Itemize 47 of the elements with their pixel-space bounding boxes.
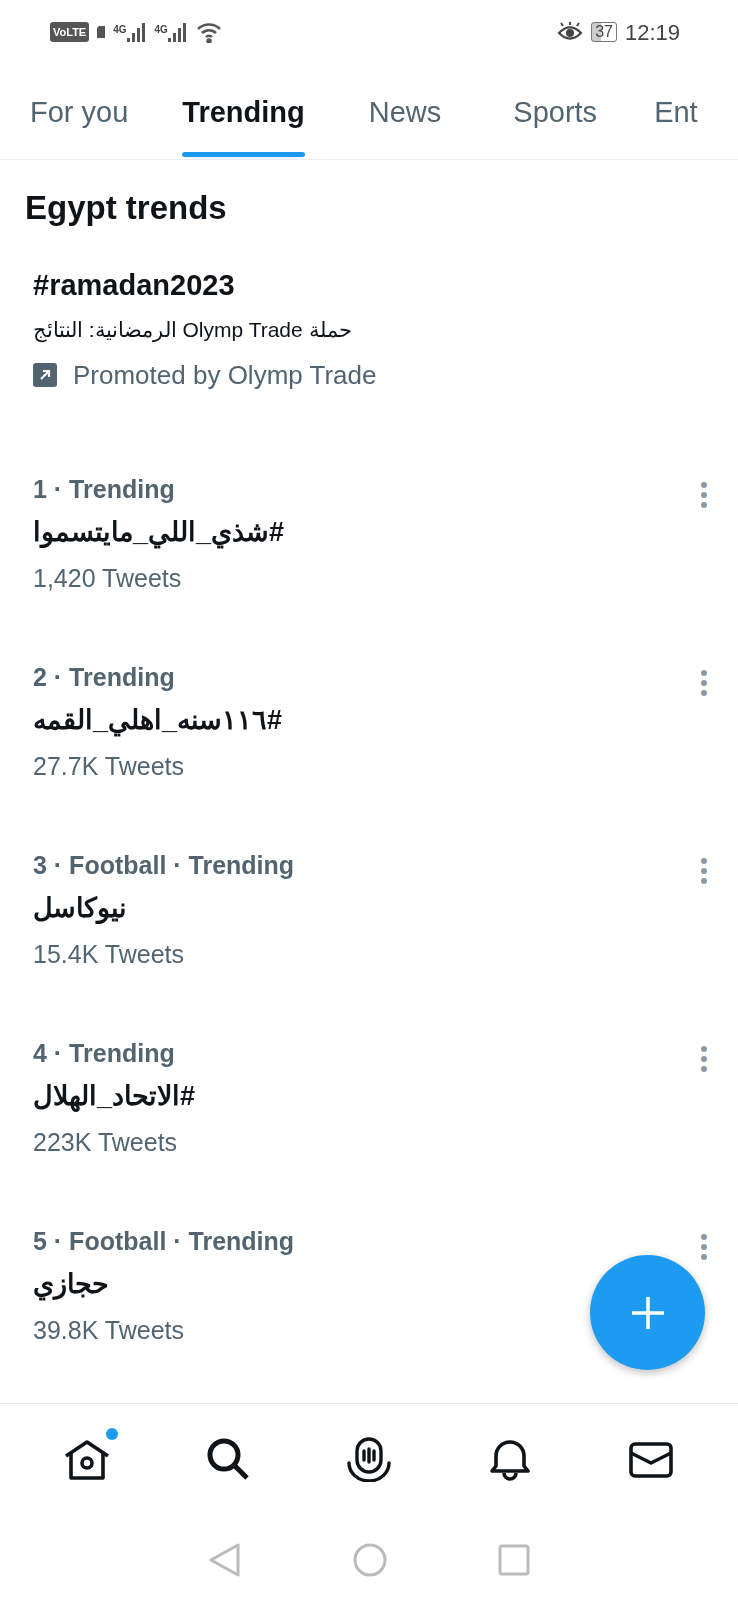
recents-icon[interactable] <box>498 1544 530 1576</box>
trend-category: 2 · Trending <box>33 661 176 693</box>
more-icon[interactable] <box>700 668 708 697</box>
plus-icon <box>629 1294 666 1331</box>
trend-description: حملة Olymp Trade الرمضانية: النتائج <box>33 317 352 345</box>
tab[interactable]: Trending <box>182 64 305 159</box>
trend-category: 4 · Trending <box>33 1037 176 1069</box>
more-icon[interactable] <box>700 480 708 509</box>
compose-button[interactable] <box>590 1255 705 1370</box>
trend-name[interactable]: حجازي <box>33 1267 109 1303</box>
signal-icon <box>126 22 147 42</box>
battery-indicator: 37 <box>591 22 617 42</box>
signal-icon <box>167 22 188 42</box>
trend-name[interactable]: #الاتحاد_الهلال <box>33 1079 196 1115</box>
volte-badge: VoLTE <box>50 21 90 43</box>
tab[interactable]: Ent <box>654 64 698 159</box>
network-type: 4G <box>113 23 127 37</box>
trend-category: 3 · Football · Trending <box>33 849 295 881</box>
sim-icon <box>97 26 106 38</box>
trend-category: 1 · Trending <box>33 473 176 505</box>
more-icon[interactable] <box>700 856 708 885</box>
section-heading: Egypt trends <box>25 188 228 228</box>
notification-dot <box>105 1427 118 1440</box>
eye-icon <box>557 22 584 42</box>
more-icon[interactable] <box>700 1232 708 1261</box>
trend-category: 5 · Football · Trending <box>33 1225 295 1257</box>
clock: 12:19 <box>624 18 680 47</box>
wifi-icon <box>195 21 222 43</box>
promoted-label: Promoted by Olymp Trade <box>73 358 377 392</box>
more-icon[interactable] <box>700 1044 708 1073</box>
trend-name[interactable]: #١١٦سنه_اهلي_القمه <box>33 703 283 739</box>
tweet-count: 27.7K Tweets <box>33 751 186 783</box>
back-icon[interactable] <box>208 1542 242 1578</box>
network-type: 4G <box>154 23 168 37</box>
tweet-count: 15.4K Tweets <box>33 939 186 971</box>
tab[interactable]: News <box>368 64 442 159</box>
trend-name[interactable]: #شذي_اللي_مايتسموا <box>33 515 285 551</box>
promoted-icon <box>33 363 57 388</box>
home-button-icon[interactable] <box>352 1542 388 1578</box>
tweet-count: 1,420 Tweets <box>33 563 183 595</box>
tab[interactable]: Sports <box>513 64 598 159</box>
microphone-icon <box>345 1435 392 1482</box>
trend-title[interactable]: #ramadan2023 <box>33 267 708 303</box>
tweet-count: 39.8K Tweets <box>33 1315 186 1347</box>
tweet-count: 223K Tweets <box>33 1127 179 1159</box>
trend-name[interactable]: نيوكاسل <box>33 891 127 927</box>
tab[interactable]: For you <box>30 64 129 159</box>
